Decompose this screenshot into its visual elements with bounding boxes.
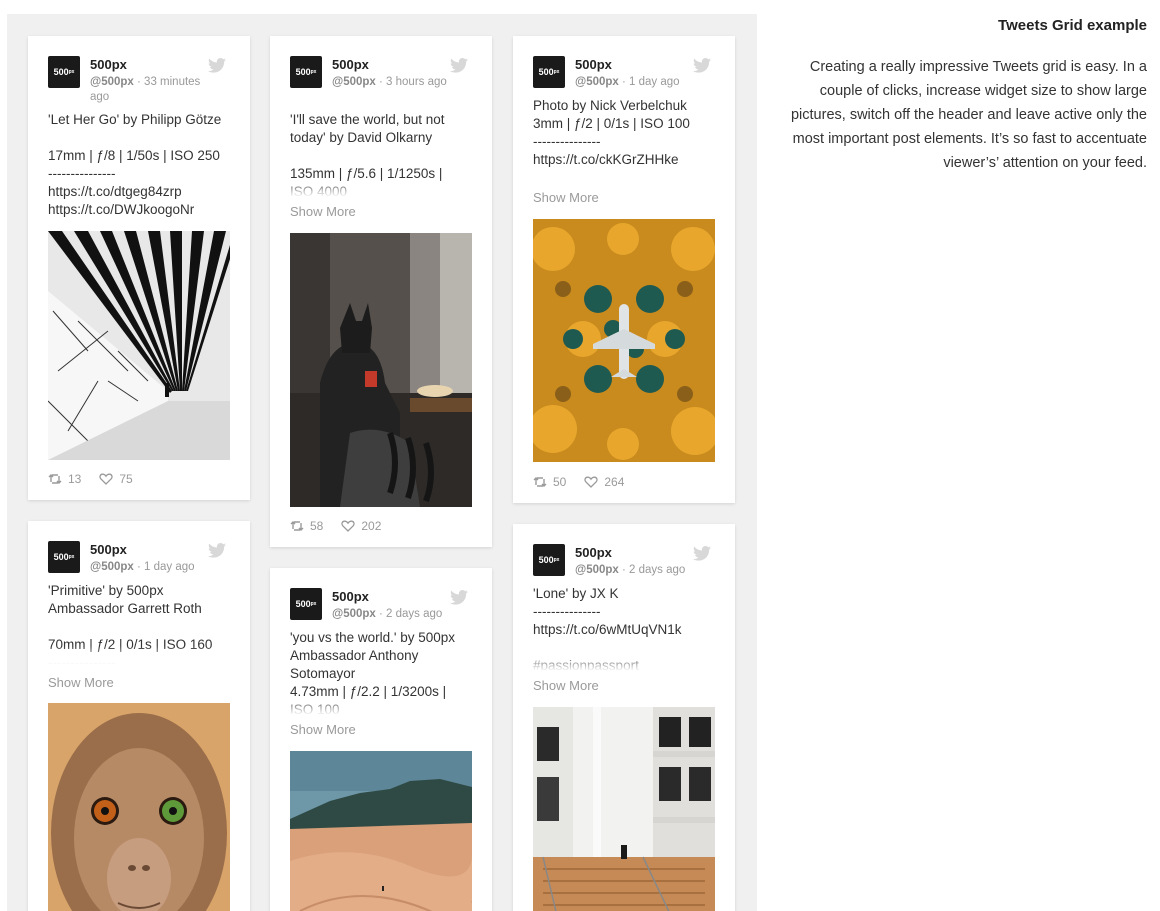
author-name[interactable]: 500px	[90, 57, 127, 72]
show-more-link[interactable]: Show More	[533, 190, 599, 205]
avatar[interactable]: 500 px	[533, 544, 565, 576]
tweet-text: 'Let Her Go' by Philipp Götze 17mm | ƒ/8…	[48, 112, 222, 217]
like-count: 264	[604, 475, 625, 489]
tweet-card: 500 px 500px @500px · 1 day ago Photo by …	[513, 36, 735, 503]
tweet-meta: @500px · 2 days ago	[332, 607, 462, 622]
like-count: 202	[361, 519, 382, 533]
tweet-time[interactable]: · 2 days ago	[376, 608, 442, 620]
tweet-header: 500 px 500px @500px · 33 minutes ago	[48, 56, 230, 106]
heart-icon	[341, 520, 356, 532]
twitter-bird-icon[interactable]	[693, 58, 711, 73]
tweet-stats: 58 202	[290, 519, 381, 533]
avatar[interactable]: 500 px	[290, 588, 322, 620]
tweet-image[interactable]	[290, 751, 472, 911]
avatar[interactable]: 500 px	[290, 56, 322, 88]
tweet-text: 'Primitive' by 500px Ambassador Garrett …	[48, 582, 234, 664]
retweet-icon	[48, 474, 62, 484]
like-button[interactable]: 75	[99, 472, 133, 486]
tweet-card: 500 px 500px @500px · 3 hours ago 'I'll s…	[270, 36, 492, 547]
tweet-stats: 13 75	[48, 472, 133, 486]
twitter-bird-icon[interactable]	[450, 58, 468, 73]
heart-icon	[584, 476, 599, 488]
tweet-meta: @500px · 3 hours ago	[332, 75, 462, 90]
retweet-button[interactable]: 58	[290, 519, 323, 533]
tweet-text: 'I'll save the world, but not today' by …	[290, 111, 476, 197]
tweets-grid: 500 px 500px @500px · 33 minutes ago 'Let…	[7, 14, 757, 911]
like-button[interactable]: 264	[584, 475, 624, 489]
tweet-meta: @500px · 2 days ago	[575, 563, 705, 578]
author-handle[interactable]: @500px	[332, 76, 376, 88]
tweet-header: 500 px 500px @500px · 3 hours ago	[290, 56, 472, 106]
tweet-stats: 50 264	[533, 475, 624, 489]
twitter-bird-icon[interactable]	[208, 58, 226, 73]
author-name[interactable]: 500px	[90, 542, 127, 557]
like-button[interactable]: 202	[341, 519, 381, 533]
show-more-link[interactable]: Show More	[533, 678, 599, 693]
page-title: Tweets Grid example	[998, 17, 1147, 34]
like-count: 75	[119, 472, 133, 486]
tweet-image[interactable]	[533, 707, 715, 911]
page-description: Creating a really impressive Tweets grid…	[790, 59, 1147, 171]
heart-icon	[99, 473, 114, 485]
tweet-text: Photo by Nick Verbelchuk 3mm | ƒ/2 | 0/1…	[533, 98, 690, 167]
tweet-text: 'you vs the world.' by 500px Ambassador …	[290, 629, 476, 715]
author-handle[interactable]: @500px	[90, 76, 134, 88]
retweet-count: 13	[68, 472, 82, 486]
author-name[interactable]: 500px	[575, 57, 612, 72]
tweet-time[interactable]: · 3 hours ago	[376, 76, 447, 88]
avatar[interactable]: 500 px	[533, 56, 565, 88]
author-handle[interactable]: @500px	[575, 564, 619, 576]
tweet-time[interactable]: · 1 day ago	[134, 561, 195, 573]
tweet-image[interactable]	[48, 231, 230, 460]
avatar[interactable]: 500 px	[48, 541, 80, 573]
tweet-image[interactable]	[533, 219, 715, 462]
show-more-link[interactable]: Show More	[48, 675, 114, 690]
tweet-meta: @500px · 33 minutes ago	[90, 75, 220, 105]
author-name[interactable]: 500px	[332, 589, 369, 604]
author-name[interactable]: 500px	[332, 57, 369, 72]
show-more-link[interactable]: Show More	[290, 722, 356, 737]
twitter-bird-icon[interactable]	[208, 543, 226, 558]
twitter-bird-icon[interactable]	[450, 590, 468, 605]
retweet-button[interactable]: 13	[48, 472, 81, 486]
retweet-count: 58	[310, 519, 324, 533]
author-name[interactable]: 500px	[575, 545, 612, 560]
retweet-button[interactable]: 50	[533, 475, 566, 489]
author-handle[interactable]: @500px	[90, 561, 134, 573]
tweet-meta: @500px · 1 day ago	[575, 75, 705, 90]
tweet-meta: @500px · 1 day ago	[90, 560, 220, 575]
show-more-link[interactable]: Show More	[290, 204, 356, 219]
tweet-card: 500 px 500px @500px · 33 minutes ago 'Let…	[28, 36, 250, 500]
tweet-image[interactable]	[48, 703, 230, 911]
tweet-card: 500 px 500px @500px · 1 day ago 'Primitiv…	[28, 521, 250, 911]
tweet-time[interactable]: · 2 days ago	[619, 564, 685, 576]
retweet-icon	[533, 477, 547, 487]
tweet-card: 500 px 500px @500px · 2 days ago 'Lone' b…	[513, 524, 735, 911]
retweet-icon	[290, 521, 304, 531]
tweet-image[interactable]	[290, 233, 472, 507]
tweet-text: 'Lone' by JX K --------------- https://t…	[533, 585, 719, 671]
tweet-time[interactable]: · 1 day ago	[619, 76, 680, 88]
author-handle[interactable]: @500px	[332, 608, 376, 620]
twitter-bird-icon[interactable]	[693, 546, 711, 561]
avatar[interactable]: 500 px	[48, 56, 80, 88]
tweet-card: 500 px 500px @500px · 2 days ago 'you vs …	[270, 568, 492, 911]
author-handle[interactable]: @500px	[575, 76, 619, 88]
description-panel: Tweets Grid example Creating a really im…	[780, 14, 1147, 175]
retweet-count: 50	[553, 475, 567, 489]
